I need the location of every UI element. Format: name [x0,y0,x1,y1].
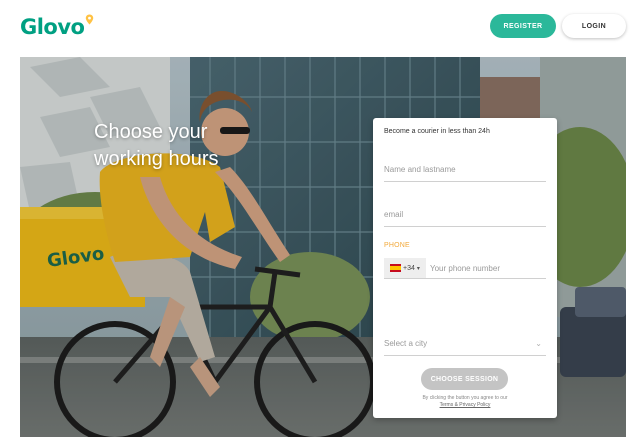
hero-title-line-2: working hours [94,148,219,170]
terms-text: By clicking the button you agree to our [422,395,508,401]
city-select[interactable]: Select a city ⌄ [384,339,546,356]
country-code: +34 [403,264,415,272]
chevron-down-icon: ⌄ [535,339,542,348]
login-button[interactable]: LOGIN [562,14,626,38]
phone-label: PHONE [384,242,410,249]
phone-input[interactable]: Your phone number [430,264,500,273]
terms-notice: By clicking the button you agree to our … [373,395,557,409]
city-select-value: Select a city [384,339,428,348]
email-field[interactable]: email [384,210,546,227]
spain-flag-icon [390,264,402,272]
courier-signup-form: Become a courier in less than 24h Name a… [373,118,557,418]
country-code-selector[interactable]: +34 ▾ [384,258,426,278]
hero-title: Choose your working hours [94,119,294,173]
hero-title-line-1: Choose your [94,121,208,143]
terms-privacy-link[interactable]: Terms & Privacy Policy [373,402,557,409]
choose-session-button[interactable]: CHOOSE SESSION [421,368,508,390]
phone-field: +34 ▾ Your phone number [384,258,546,279]
glovo-logo[interactable]: Glovo [20,14,94,40]
logo-text: Glovo [20,15,85,39]
name-field[interactable]: Name and lastname [384,165,546,182]
register-button[interactable]: REGISTER [490,14,556,38]
caret-down-icon: ▾ [416,265,420,272]
location-pin-icon [86,14,94,25]
top-navigation-bar: Glovo REGISTER LOGIN [0,0,640,56]
form-heading: Become a courier in less than 24h [384,128,490,135]
